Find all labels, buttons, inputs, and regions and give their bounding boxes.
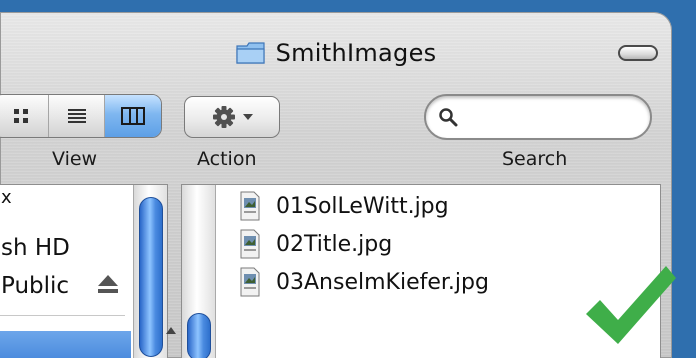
file-name: 01SolLeWitt.jpg [276,193,449,219]
gear-icon [212,106,235,128]
view-segmented-control [0,94,162,138]
search-icon [439,108,458,127]
folder-icon [235,41,266,65]
search-field[interactable] [424,94,652,140]
sidebar-selected-item[interactable] [0,331,131,358]
jpeg-file-icon [240,229,260,259]
list-item[interactable]: 02Title.jpg [238,227,392,261]
search-input[interactable] [466,106,640,128]
sidebar-item-public[interactable]: Public [1,273,69,299]
action-label: Action [197,148,257,170]
sidebar-item-macintosh-hd[interactable]: sh HD [1,235,70,261]
eject-icon[interactable] [96,273,120,295]
list-view-button[interactable] [49,95,105,137]
sidebar-divider [0,315,125,316]
sidebar-item-partial[interactable]: x [1,187,12,208]
column-scrollbar[interactable] [182,185,216,358]
file-name: 02Title.jpg [276,231,393,257]
search-label: Search [502,148,568,170]
window-title: SmithImages [275,39,437,67]
sidebar-scrollbar[interactable] [133,185,167,358]
scroll-up-arrow[interactable] [166,327,176,334]
icon-view-button[interactable] [0,95,49,137]
sidebar-scroll-thumb[interactable] [139,197,163,357]
list-view-icon [67,109,86,123]
file-name: 03AnselmKiefer.jpg [276,269,489,295]
column-view-button[interactable] [105,95,161,137]
finder-window: SmithImages View Action Search x sh HD P… [0,12,672,358]
view-label: View [52,148,98,170]
list-item[interactable]: 01SolLeWitt.jpg [238,189,449,223]
window-title-bar: SmithImages [0,38,672,68]
jpeg-file-icon [240,267,260,297]
toolbar-toggle-button[interactable] [618,45,658,61]
checkmark-icon [586,266,676,344]
chevron-up-icon [166,327,176,334]
action-button[interactable] [184,96,280,138]
icon-view-icon [13,109,28,123]
column-scroll-thumb[interactable] [187,313,211,358]
jpeg-file-icon [240,191,260,221]
list-item[interactable]: 03AnselmKiefer.jpg [238,265,489,299]
column-view-icon [121,107,145,125]
sidebar-pane: x sh HD Public [0,184,168,358]
chevron-down-icon [242,114,253,120]
